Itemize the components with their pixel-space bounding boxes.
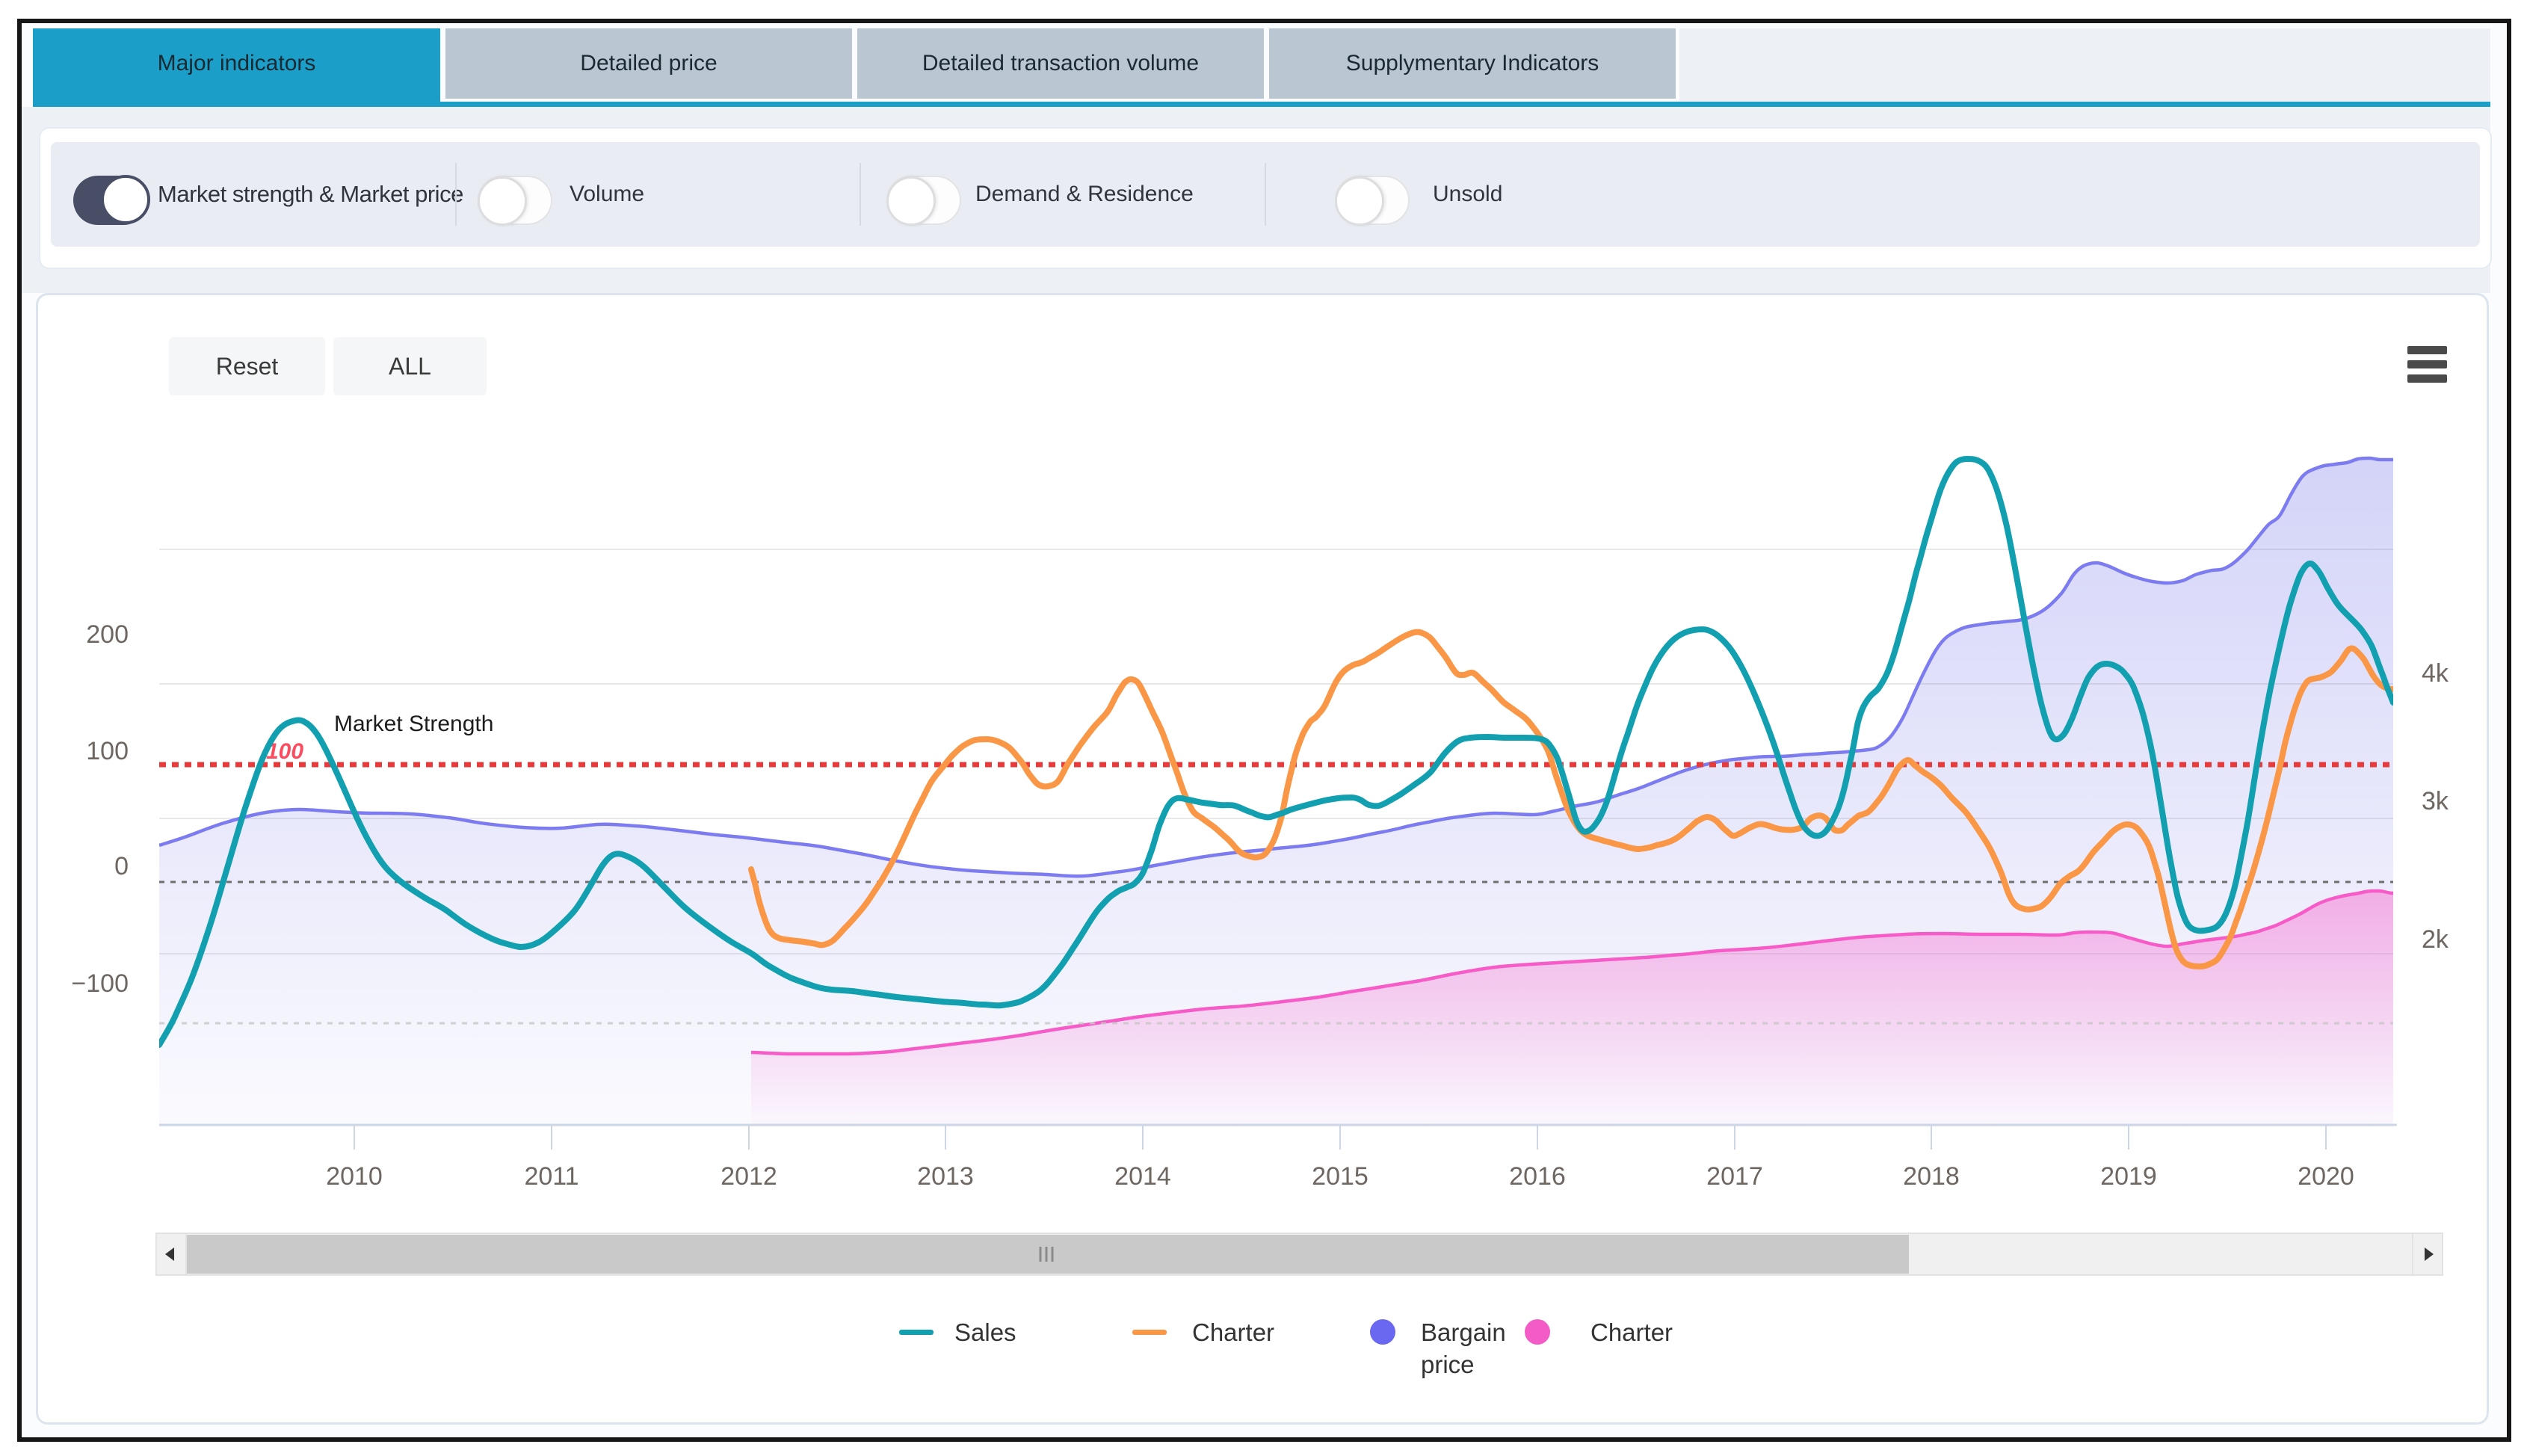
svg-text:200: 200 [86,620,129,649]
svg-text:100: 100 [86,737,129,765]
svg-text:2012: 2012 [721,1162,777,1191]
svg-text:4k: 4k [2422,659,2449,688]
svg-text:2018: 2018 [1903,1162,1960,1191]
svg-text:0: 0 [114,852,129,880]
svg-text:2013: 2013 [917,1162,974,1191]
svg-text:2019: 2019 [2100,1162,2157,1191]
svg-text:2017: 2017 [1706,1162,1763,1191]
svg-text:Sales: Sales [954,1318,1016,1346]
svg-text:Market Strength: Market Strength [334,712,493,736]
svg-text:Bargain: Bargain [1421,1318,1506,1346]
svg-text:2010: 2010 [326,1162,383,1191]
svg-text:Charter: Charter [1590,1318,1673,1346]
svg-text:2011: 2011 [524,1162,578,1191]
svg-text:2014: 2014 [1114,1162,1171,1191]
svg-text:−100: −100 [71,969,129,998]
svg-text:2016: 2016 [1509,1162,1566,1191]
svg-text:2015: 2015 [1312,1162,1369,1191]
svg-text:Charter: Charter [1192,1318,1274,1346]
svg-text:price: price [1421,1351,1475,1378]
svg-text:2k: 2k [2422,925,2449,954]
svg-text:2020: 2020 [2298,1162,2354,1191]
svg-text:3k: 3k [2422,787,2449,815]
